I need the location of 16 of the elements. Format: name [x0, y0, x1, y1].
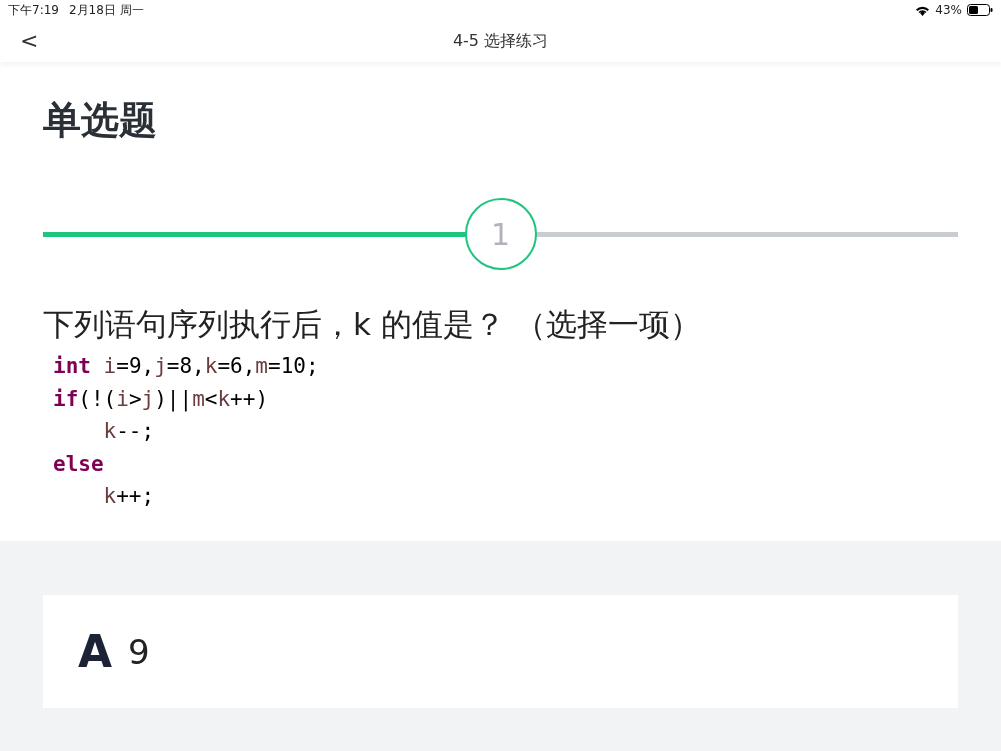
- step-number: 1: [464, 198, 537, 270]
- question-text: 下列语句序列执行后，k 的值是？ （选择一项）: [43, 305, 701, 344]
- question-type-heading: 单选题: [43, 97, 157, 144]
- code-line: k++;: [103, 483, 155, 510]
- status-time: 下午7:19: [8, 1, 59, 19]
- code-line: else: [53, 450, 104, 478]
- battery-icon: [967, 4, 993, 16]
- code-line: k--;: [103, 418, 155, 445]
- status-date: 2月18日 周一: [68, 1, 144, 19]
- page-title: 4-5 选择练习: [452, 30, 549, 52]
- code-line: int i=9,j=8,k=6,m=10;: [53, 353, 319, 380]
- battery-percent: 43%: [935, 3, 962, 17]
- answer-option[interactable]: A 9: [43, 595, 958, 708]
- back-button[interactable]: <: [16, 28, 43, 53]
- wifi-icon: [915, 4, 931, 16]
- code-line: if(!(i>j)||m<k++): [53, 385, 269, 414]
